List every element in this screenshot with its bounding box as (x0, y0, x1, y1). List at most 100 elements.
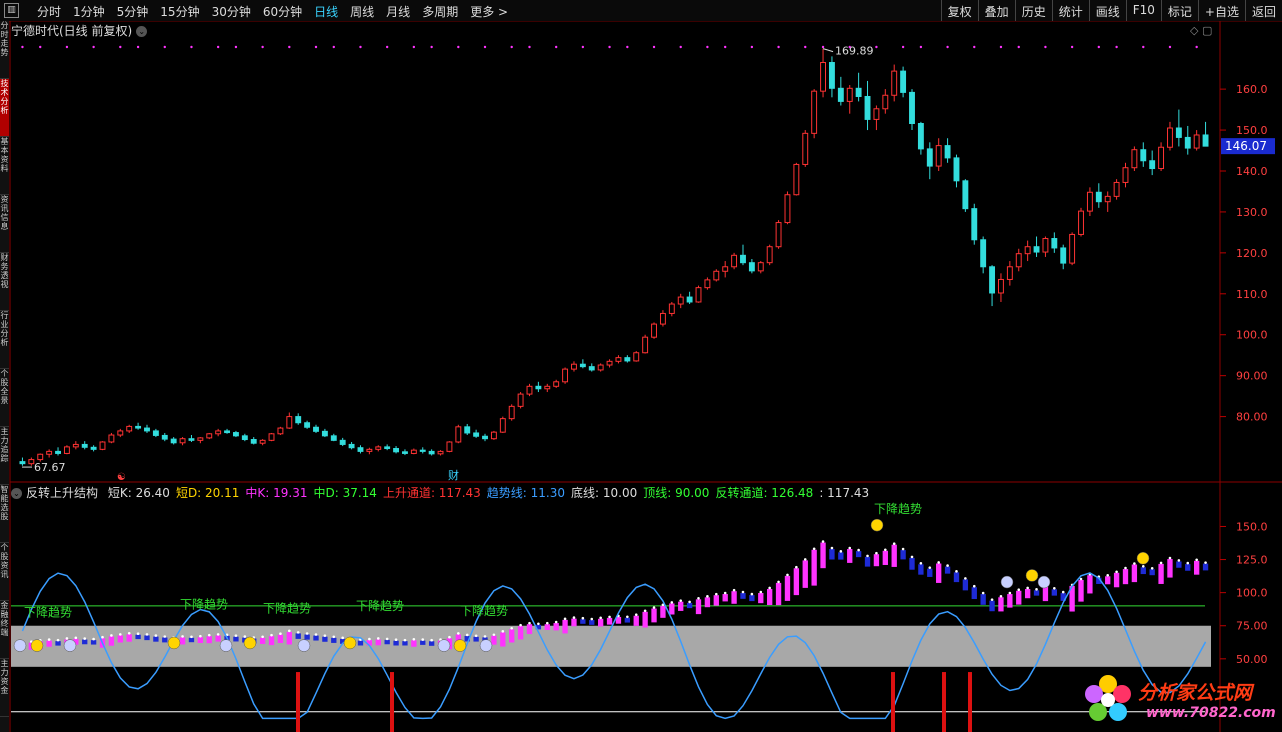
signal-dot (92, 45, 95, 49)
candle-body (499, 418, 506, 433)
indicator-value: 中K: 19.31 (245, 486, 308, 500)
smiley-icon (243, 636, 257, 650)
channel-dot (1017, 588, 1021, 592)
indicator-value: 顶线: 90.00 (643, 486, 710, 500)
candle-body (962, 180, 969, 210)
channel-dot (554, 620, 558, 624)
candle-body (668, 303, 675, 314)
signal-dot (1142, 45, 1145, 49)
channel-dot (501, 630, 505, 633)
channel-dot (1079, 577, 1083, 581)
candle-body (206, 433, 213, 439)
indicator-value: 中D: 37.14 (313, 486, 377, 500)
signal-dot (946, 45, 949, 49)
signal-dot (163, 45, 166, 49)
channel-dot (999, 594, 1003, 598)
candle-body (19, 461, 26, 465)
channel-dot (928, 566, 932, 569)
channel-dot (572, 616, 576, 619)
channel-dot (759, 590, 763, 594)
signal-dot (901, 45, 905, 49)
channel-dot (47, 638, 51, 641)
indicator-name: 反转上升结构 (26, 486, 99, 500)
candle-body (170, 438, 177, 444)
candle-body (1122, 167, 1129, 183)
candle-body (998, 278, 1004, 294)
candle-body (935, 145, 942, 167)
price-tick-label: 150.0 (1236, 124, 1268, 137)
candle-body (304, 422, 311, 428)
channel-dot (670, 601, 674, 604)
bottom-signal-bar (891, 672, 895, 732)
candle-body (117, 430, 124, 436)
candle-body (1078, 210, 1084, 235)
candle-body (846, 87, 853, 102)
candle-body (90, 446, 97, 450)
bottom-signal-bar (390, 672, 394, 732)
price-chart[interactable]: 160.0 150.0 140.0 130.0 120.0 110.0 100.0 90.00… (0, 0, 1282, 732)
signal-dot (626, 45, 629, 49)
candle-body (286, 416, 293, 429)
candle-body (339, 439, 346, 445)
channel-dot (937, 561, 940, 564)
candle-body (837, 87, 844, 102)
channel-dot (777, 580, 780, 584)
channel-dot (563, 617, 567, 621)
candle-body (1095, 191, 1102, 203)
channel-dot (448, 635, 451, 639)
channel-dot (821, 540, 825, 543)
signal-dot (457, 45, 460, 49)
signal-dot (652, 45, 656, 49)
candle-body (366, 448, 373, 452)
candle-body (321, 430, 328, 437)
channel-dot (545, 621, 549, 625)
candle-body (571, 363, 577, 370)
channel-dot (786, 573, 789, 577)
candle-body (126, 425, 133, 432)
candle-body (393, 448, 400, 453)
signal-dot (216, 45, 220, 49)
channel-dot (1186, 561, 1190, 565)
signal-dot (679, 45, 682, 49)
candle-body (971, 208, 978, 241)
channel-dot (243, 635, 247, 638)
candle-body (811, 90, 818, 134)
candle-body (553, 381, 560, 387)
candle-body (909, 91, 915, 125)
channel-dot (510, 626, 514, 630)
candle-body (55, 450, 61, 454)
signal-dot (1097, 45, 1101, 49)
channel-dot (323, 634, 327, 637)
candle-body (731, 254, 738, 268)
channel-dot (981, 591, 985, 595)
candle-body (135, 425, 142, 429)
channel-dot (279, 632, 282, 636)
candle-body (410, 449, 417, 454)
signal-dot (1168, 45, 1172, 49)
indicator-value: : 117.43 (819, 486, 870, 500)
channel-dot (163, 635, 167, 638)
signal-dot (608, 45, 611, 49)
candle-body (188, 438, 195, 441)
channel-dot (884, 548, 887, 552)
candle-body (633, 352, 640, 362)
signal-dot (21, 45, 24, 49)
channel-dot (199, 634, 202, 638)
channel-dot (955, 570, 958, 573)
candle-body (597, 364, 604, 371)
smiley-icon (1025, 569, 1039, 582)
candle-body (313, 426, 319, 432)
candle-body (473, 432, 480, 437)
candle-body (1069, 233, 1076, 264)
candle-body (1051, 238, 1058, 249)
channel-dot (314, 633, 318, 636)
collapse-icon[interactable]: ⌄ (11, 488, 22, 499)
candle-body (855, 87, 862, 97)
channel-dot (305, 632, 309, 635)
indicator-value: 反转通道: 126.48 (715, 486, 814, 500)
channel-dot (216, 633, 220, 636)
price-tick-label: 130.0 (1236, 206, 1268, 219)
channel-dot (483, 635, 487, 638)
channel-dot (1035, 588, 1038, 591)
candle-body (482, 435, 488, 440)
